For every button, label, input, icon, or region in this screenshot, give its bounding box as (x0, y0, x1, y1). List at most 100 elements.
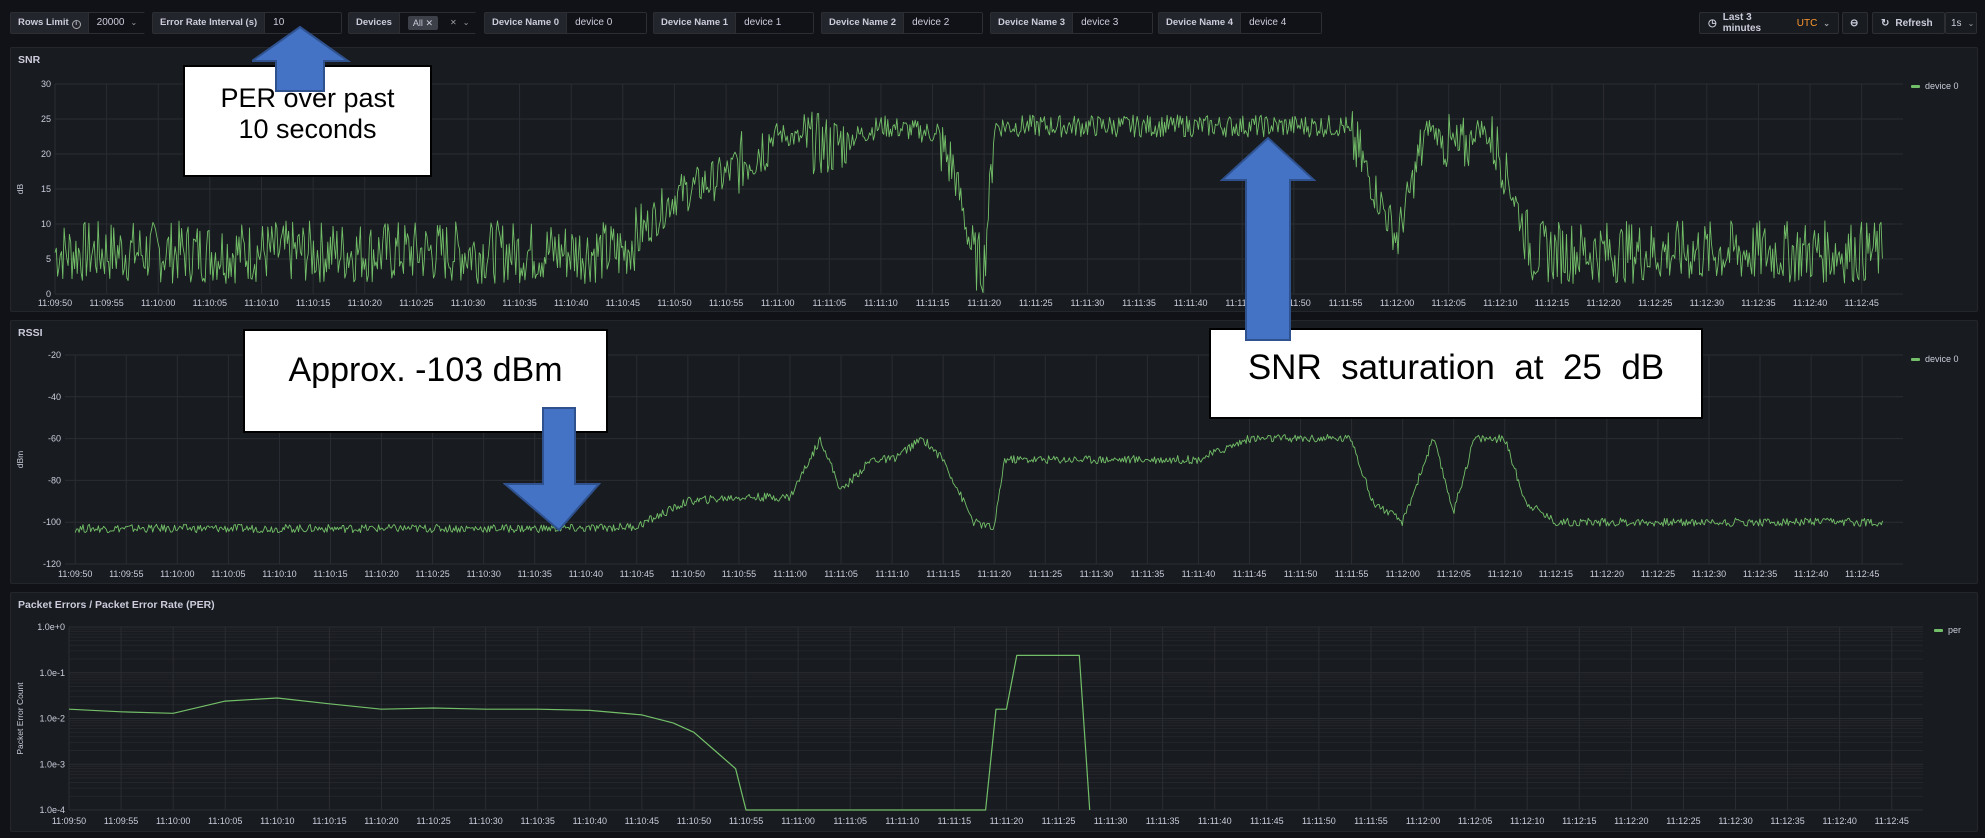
device-name-1-variable[interactable]: Device Name 1 device 1 (653, 12, 814, 34)
x-tick-label: 11:12:30 (1690, 298, 1724, 308)
device-name-2-variable[interactable]: Device Name 2 device 2 (821, 12, 983, 34)
x-tick-label: 11:11:30 (1094, 816, 1128, 826)
x-tick-label: 11:10:15 (312, 816, 346, 826)
device-name-1-input[interactable]: device 1 (736, 13, 813, 33)
x-tick-label: 11:12:15 (1539, 569, 1573, 579)
x-tick-label: 11:11:50 (1302, 816, 1336, 826)
legend-swatch (1911, 357, 1920, 361)
x-tick-label: 11:10:30 (466, 569, 500, 579)
x-tick-label: 11:10:45 (606, 298, 640, 308)
x-tick-label: 11:12:00 (1385, 569, 1419, 579)
legend-label: device 0 (1925, 354, 1959, 364)
y-tick-label: 1.0e-4 (39, 805, 65, 815)
devices-variable[interactable]: Devices All ✕ ✕ ⌄ (348, 12, 478, 34)
legend-item[interactable]: device 0 (1911, 354, 1959, 364)
device-name-2-input[interactable]: device 2 (904, 13, 982, 33)
device-name-2-label: Device Name 2 (822, 13, 905, 33)
time-range-label: Last 3 minutes (1722, 12, 1762, 34)
time-range-picker[interactable]: ◷ Last 3 minutes UTC ⌄ (1699, 12, 1839, 34)
x-tick-label: 11:11:05 (812, 298, 846, 308)
rows-limit-select[interactable]: 20000 ⌄ (88, 13, 146, 33)
refresh-button[interactable]: ↻ Refresh (1872, 12, 1945, 34)
per-panel[interactable]: Packet Errors / Packet Error Rate (PER) … (10, 592, 1978, 832)
down-arrow-rssi (503, 407, 601, 532)
x-tick-label: 11:11:05 (833, 816, 867, 826)
y-tick-label: 25 (41, 114, 51, 124)
zoom-out-button[interactable]: ⊖ (1842, 12, 1868, 34)
legend-swatch (1911, 84, 1920, 88)
device-name-3-variable[interactable]: Device Name 3 device 3 (990, 12, 1153, 34)
x-tick-label: 11:11:40 (1198, 816, 1232, 826)
legend-item[interactable]: device 0 (1911, 81, 1959, 91)
device-name-4-variable[interactable]: Device Name 4 device 4 (1158, 12, 1322, 34)
x-tick-label: 11:09:55 (109, 569, 143, 579)
x-tick-label: 11:11:40 (1182, 569, 1216, 579)
refresh-icon: ↻ (1881, 17, 1890, 29)
refresh-interval-picker[interactable]: 1s ⌄ (1945, 12, 1977, 34)
refresh-interval-label: 1s (1951, 17, 1962, 29)
x-tick-label: 11:10:40 (573, 816, 607, 826)
y-axis-label: Packet Error Count (15, 682, 25, 755)
devices-select[interactable]: All ✕ ✕ ⌄ (399, 13, 478, 33)
x-tick-label: 11:10:50 (671, 569, 705, 579)
y-tick-label: 15 (41, 184, 51, 194)
device-name-0-variable[interactable]: Device Name 0 device 0 (484, 12, 647, 34)
device-name-4-input[interactable]: device 4 (1241, 13, 1321, 33)
x-tick-label: 11:12:25 (1641, 569, 1675, 579)
x-tick-label: 11:10:35 (502, 298, 536, 308)
device-name-4-label: Device Name 4 (1159, 13, 1242, 33)
legend-item[interactable]: per (1934, 625, 1961, 635)
y-tick-label: 20 (41, 149, 51, 159)
clock-icon: ◷ (1708, 17, 1717, 29)
x-tick-label: 11:12:00 (1380, 298, 1414, 308)
y-tick-label: -40 (48, 392, 61, 402)
x-tick-label: 11:10:40 (554, 298, 588, 308)
y-tick-label: -100 (43, 517, 61, 527)
x-tick-label: 11:10:35 (518, 569, 552, 579)
x-tick-label: 11:11:15 (926, 569, 960, 579)
timezone-label: UTC (1796, 17, 1818, 29)
x-tick-label: 11:12:35 (1743, 569, 1777, 579)
x-tick-label: 11:11:35 (1122, 298, 1156, 308)
x-tick-label: 11:11:45 (1233, 569, 1267, 579)
x-tick-label: 11:11:45 (1250, 816, 1284, 826)
x-tick-label: 11:09:55 (89, 298, 123, 308)
x-tick-label: 11:10:15 (313, 569, 347, 579)
x-tick-label: 11:10:00 (141, 298, 175, 308)
x-tick-label: 11:11:25 (1019, 298, 1053, 308)
x-tick-label: 11:10:20 (364, 816, 398, 826)
error-rate-label: Error Rate Interval (s) (153, 13, 266, 33)
x-tick-label: 11:10:35 (521, 816, 555, 826)
y-axis-label: dBm (15, 451, 25, 468)
x-tick-label: 11:12:35 (1770, 816, 1804, 826)
x-tick-label: 11:10:20 (348, 298, 382, 308)
x-tick-label: 11:10:25 (416, 816, 450, 826)
refresh-label: Refresh (1895, 17, 1933, 29)
x-tick-label: 11:10:55 (729, 816, 763, 826)
x-tick-label: 11:11:00 (761, 298, 795, 308)
x-tick-label: 11:11:05 (824, 569, 858, 579)
device-name-3-input[interactable]: device 3 (1073, 13, 1152, 33)
y-tick-label: 30 (41, 79, 51, 89)
x-tick-label: 11:12:25 (1638, 298, 1672, 308)
x-tick-label: 11:12:05 (1432, 298, 1466, 308)
rows-limit-label: Rows Limit i (11, 13, 89, 33)
annotation-line: 10 seconds (238, 114, 377, 144)
info-icon: i (71, 20, 81, 29)
x-tick-label: 11:11:35 (1131, 569, 1165, 579)
x-tick-label: 11:11:40 (1174, 298, 1208, 308)
device-name-0-input[interactable]: device 0 (567, 13, 646, 33)
x-tick-label: 11:12:20 (1614, 816, 1648, 826)
x-tick-label: 11:12:35 (1741, 298, 1775, 308)
x-tick-label: 11:10:00 (156, 816, 190, 826)
x-tick-label: 11:10:30 (468, 816, 502, 826)
x-tick-label: 11:10:45 (625, 816, 659, 826)
zoom-out-icon: ⊖ (1850, 17, 1859, 29)
x-tick-label: 11:11:10 (885, 816, 919, 826)
devices-chip[interactable]: All ✕ (407, 16, 438, 30)
clear-icon[interactable]: ✕ (450, 13, 457, 33)
rows-limit-variable[interactable]: Rows Limit i 20000 ⌄ (10, 12, 146, 34)
x-tick-label: 11:12:10 (1488, 569, 1522, 579)
y-tick-label: 10 (41, 219, 51, 229)
x-tick-label: 11:11:10 (875, 569, 909, 579)
